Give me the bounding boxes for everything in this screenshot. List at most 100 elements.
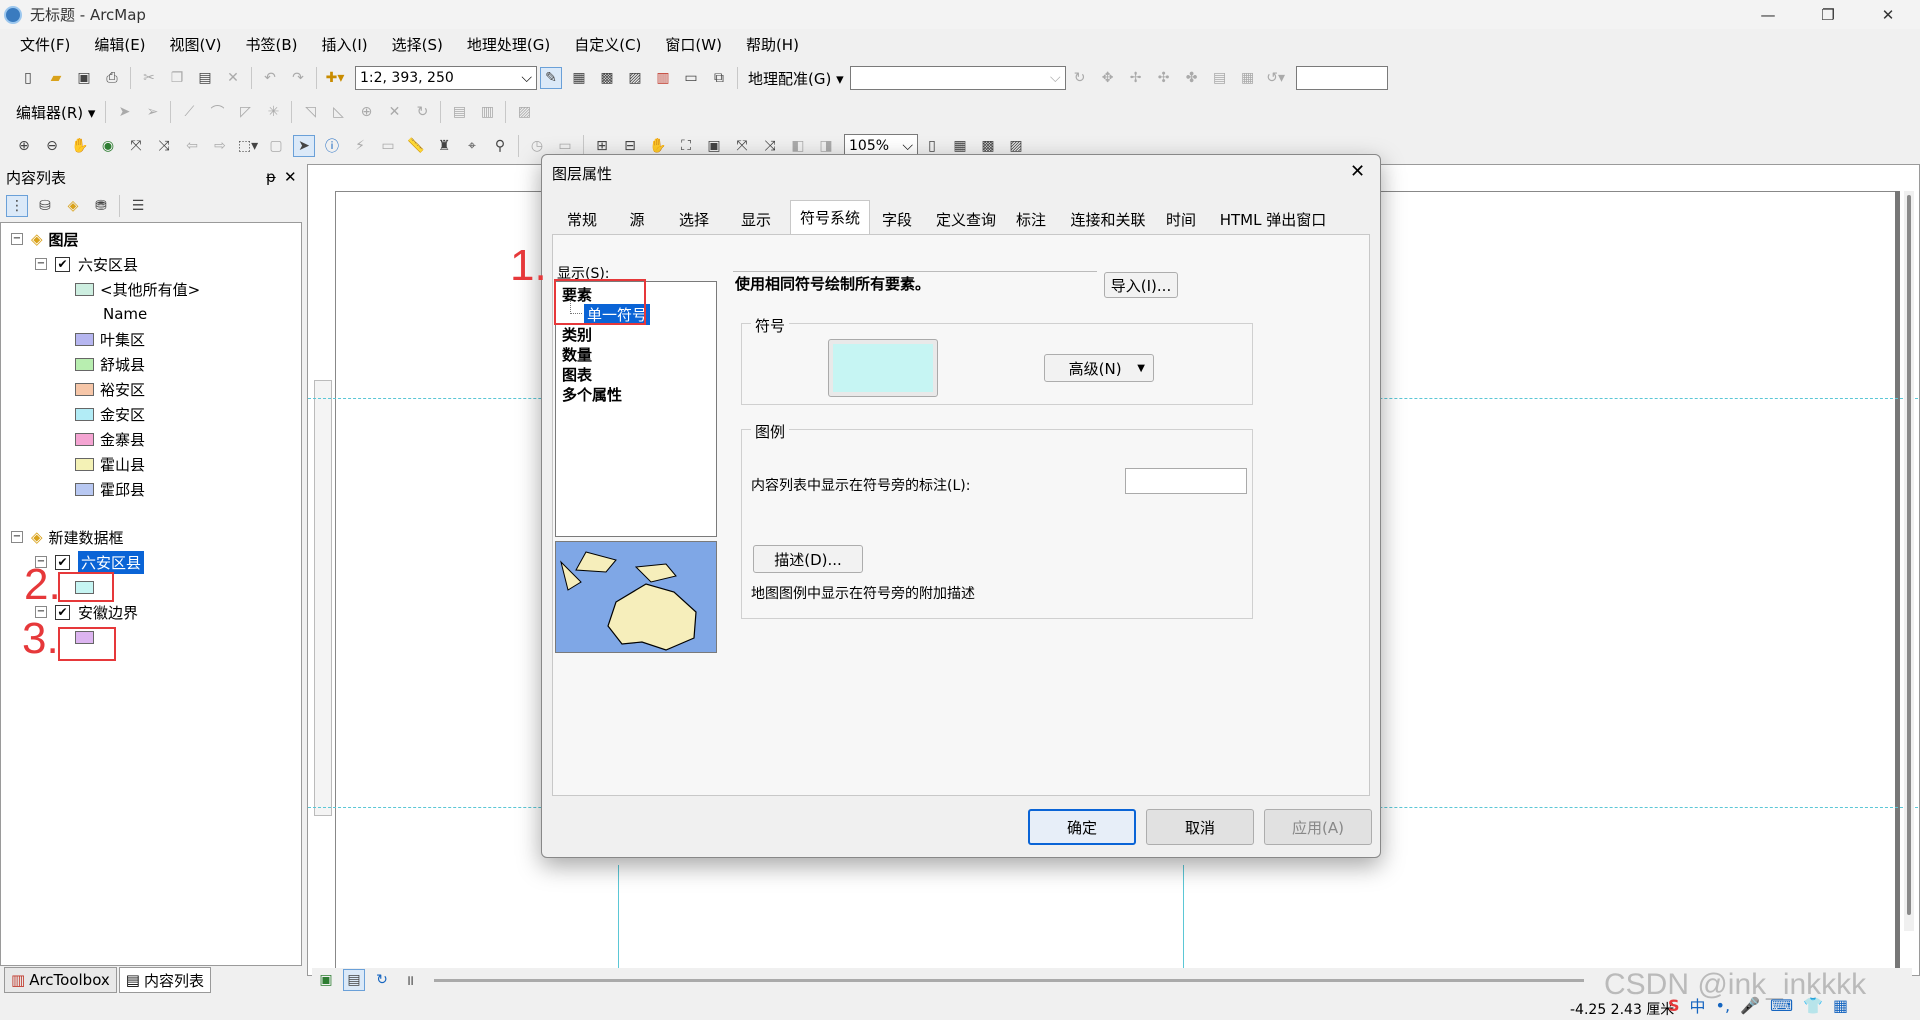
tab-joins-relates[interactable]: 连接和关联 — [1062, 204, 1154, 234]
refresh-icon[interactable]: ↻ — [371, 969, 393, 991]
pin-icon[interactable]: ᵽ — [266, 168, 276, 186]
list-by-selection-icon[interactable]: ⛃ — [90, 195, 112, 217]
edit-tool-icon[interactable]: ➤ — [113, 101, 135, 123]
hyperlink-icon[interactable]: ⚡ — [349, 135, 371, 157]
georeferencing-dropdown[interactable]: 地理配准(G) ▾ — [742, 68, 850, 89]
symbol-button[interactable] — [828, 339, 938, 397]
reset-transform-icon[interactable]: ↺▾ — [1265, 67, 1287, 89]
georef-layer-combo[interactable]: ⌵ — [849, 66, 1066, 90]
list-by-source-icon[interactable]: ⛁ — [34, 195, 56, 217]
collapse-icon[interactable]: − — [11, 531, 23, 543]
sketch-properties-icon[interactable]: ▥ — [476, 101, 498, 123]
tab-selection[interactable]: 选择 — [664, 204, 724, 234]
tab-definition-query[interactable]: 定义查询 — [928, 204, 1004, 234]
control-point-icon[interactable]: ✢ — [1125, 67, 1147, 89]
model-builder-icon[interactable]: ⧉ — [708, 67, 730, 89]
rotate-feature-icon[interactable]: ↻ — [411, 101, 433, 123]
microphone-icon[interactable]: 🎤 — [1740, 996, 1760, 1015]
menu-view[interactable]: 视图(V) — [158, 34, 234, 55]
legend-item-row[interactable]: 裕安区 — [75, 377, 145, 401]
full-extent-icon[interactable]: ◉ — [97, 135, 119, 157]
menu-geoprocessing[interactable]: 地理处理(G) — [455, 34, 562, 55]
menu-insert[interactable]: 插入(I) — [310, 34, 380, 55]
vertical-scrollbar-thumb[interactable] — [1907, 195, 1911, 915]
collapse-icon[interactable]: − — [11, 233, 23, 245]
go-to-xy-icon[interactable]: ⚲ — [489, 135, 511, 157]
paste-icon[interactable]: ▤ — [194, 67, 216, 89]
tab-display[interactable]: 显示 — [726, 204, 786, 234]
edit-vertices-icon[interactable]: ◹ — [299, 101, 321, 123]
add-data-icon[interactable]: ✚▾ — [324, 67, 346, 89]
ime-logo-icon[interactable]: S — [1668, 996, 1680, 1015]
legend-item-row[interactable]: 叶集区 — [75, 327, 145, 351]
skin-icon[interactable]: 👕 — [1803, 996, 1823, 1015]
table-of-contents-icon[interactable]: ▦ — [568, 67, 590, 89]
menu-selection[interactable]: 选择(S) — [380, 34, 455, 55]
map-scale-combo[interactable]: 1:2, 393, 250 ⌵ — [355, 66, 537, 90]
menu-file[interactable]: 文件(F) — [8, 34, 82, 55]
describe-button[interactable]: 描述(D)... — [753, 545, 863, 573]
menu-edit[interactable]: 编辑(E) — [82, 34, 157, 55]
tab-html-popup[interactable]: HTML 弹出窗口 — [1212, 204, 1334, 234]
symbol-swatch[interactable] — [75, 482, 94, 496]
other-values-row[interactable]: <其他所有值> — [75, 277, 200, 301]
georef-value-input[interactable] — [1295, 66, 1388, 90]
toc-close-icon[interactable]: ✕ — [284, 168, 297, 186]
zoom-out-icon[interactable]: ⊖ — [41, 135, 63, 157]
auto-adjust-icon[interactable]: ✤ — [1181, 67, 1203, 89]
edit-annotation-icon[interactable]: ➢ — [141, 101, 163, 123]
endpoint-arc-icon[interactable]: ⌒ — [206, 101, 228, 123]
redo-icon[interactable]: ↷ — [287, 67, 309, 89]
symbol-swatch[interactable] — [75, 382, 94, 396]
ime-punctuation-icon[interactable]: •, — [1716, 996, 1731, 1015]
search-window-icon[interactable]: ▨ — [624, 67, 646, 89]
viewer-icon[interactable]: ▦ — [1237, 67, 1259, 89]
point-icon[interactable]: ✳ — [262, 101, 284, 123]
legend-item-row[interactable]: 霍山县 — [75, 452, 145, 476]
menu-help[interactable]: 帮助(H) — [734, 34, 811, 55]
vertical-ruler[interactable] — [314, 380, 332, 816]
catalog-icon[interactable]: ▩ — [596, 67, 618, 89]
zoom-in-icon[interactable]: ⊕ — [13, 135, 35, 157]
html-popup-icon[interactable]: ▭ — [377, 135, 399, 157]
fixed-zoom-out-icon[interactable]: ⤨ — [153, 135, 175, 157]
delete-icon[interactable]: ✕ — [222, 67, 244, 89]
tab-labels[interactable]: 标注 — [1006, 204, 1056, 234]
group-layers[interactable]: − ◈ 图层 — [11, 227, 79, 251]
group-new-dataframe[interactable]: − ◈ 新建数据框 — [11, 525, 124, 549]
new-document-icon[interactable]: ▯ — [17, 67, 39, 89]
menu-bookmarks[interactable]: 书签(B) — [234, 34, 310, 55]
open-folder-icon[interactable]: ▰ — [45, 67, 67, 89]
cancel-button[interactable]: 取消 — [1146, 809, 1254, 845]
tab-fields[interactable]: 字段 — [872, 204, 922, 234]
rotate-icon[interactable]: ↻ — [1069, 67, 1091, 89]
split-icon[interactable]: ✕ — [383, 101, 405, 123]
undo-icon[interactable]: ↶ — [259, 67, 281, 89]
trace-icon[interactable]: ◸ — [234, 101, 256, 123]
apply-button[interactable]: 应用(A) — [1264, 809, 1372, 845]
symbol-swatch[interactable] — [75, 432, 94, 446]
attributes-icon[interactable]: ▤ — [448, 101, 470, 123]
legend-item-row[interactable]: 舒城县 — [75, 352, 145, 376]
renderer-multiple-attributes[interactable]: 多个属性 — [562, 384, 622, 405]
data-view-icon[interactable]: ▣ — [315, 969, 337, 991]
renderer-charts[interactable]: 图表 — [562, 364, 592, 385]
toolbox-icon[interactable]: ▦ — [1833, 996, 1848, 1015]
legend-label-input[interactable] — [1125, 468, 1247, 494]
layer-visibility-checkbox[interactable]: ✔ — [55, 256, 70, 272]
close-window-button[interactable]: ✕ — [1860, 0, 1916, 29]
symbol-swatch[interactable] — [75, 282, 94, 296]
symbol-swatch[interactable] — [75, 407, 94, 421]
horizontal-scrollbar[interactable] — [434, 978, 1584, 982]
add-control-points-icon[interactable]: ✣ — [1153, 67, 1175, 89]
renderer-quantities[interactable]: 数量 — [562, 344, 592, 365]
list-by-visibility-icon[interactable]: ◈ — [62, 195, 84, 217]
save-icon[interactable]: ▣ — [73, 67, 95, 89]
layer-row[interactable]: − ✔ 六安区县 — [35, 252, 138, 276]
import-button[interactable]: 导入(I)... — [1104, 272, 1178, 298]
vertical-scrollbar[interactable] — [1904, 191, 1914, 931]
measure-icon[interactable]: 📏 — [405, 135, 427, 157]
select-features-icon[interactable]: ⬚▾ — [237, 135, 259, 157]
menu-customize[interactable]: 自定义(C) — [562, 34, 653, 55]
select-elements-icon[interactable]: ➤ — [293, 135, 315, 157]
